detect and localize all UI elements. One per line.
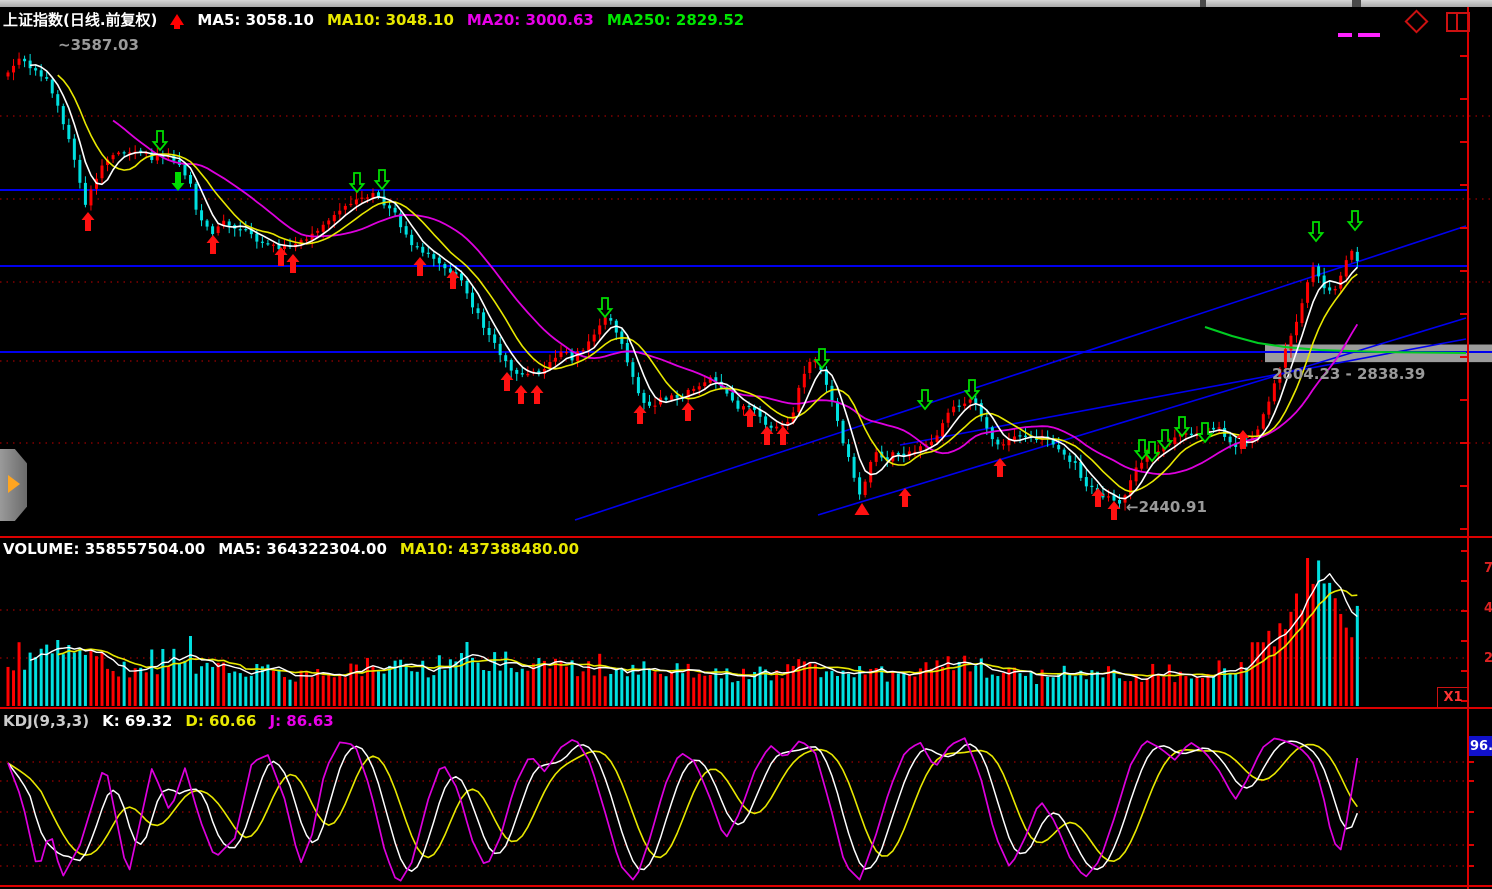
split-window-icon[interactable]: [1446, 12, 1470, 32]
x1-zoom-label[interactable]: X1: [1437, 687, 1469, 708]
chart-canvas[interactable]: [0, 0, 1492, 889]
kdj-k-value: K: 69.32: [102, 712, 172, 730]
ma250-value: MA250: 2829.52: [607, 11, 744, 29]
low-price-label: ←2440.91: [1126, 498, 1207, 516]
volume-ma5-value: MA5: 364322304.00: [218, 540, 387, 558]
kdj-j-value: J: 86.63: [270, 712, 334, 730]
magenta-marker-dash: [1358, 33, 1380, 37]
symbol-title: 上证指数(日线.前复权): [3, 9, 157, 30]
panel-expand-handle[interactable]: [0, 449, 27, 521]
expand-arrow-icon: [8, 475, 20, 493]
kdj-axis-highlight: 96.: [1469, 736, 1492, 756]
chrome-notch: [1200, 0, 1206, 7]
chart-stage: 上证指数(日线.前复权) MA5: 3058.10 MA10: 3048.10 …: [0, 0, 1492, 889]
chrome-notch: [1352, 0, 1361, 7]
volume-axis-label-fragment: 7: [1484, 561, 1492, 576]
volume-ma10-value: MA10: 437388480.00: [400, 540, 579, 558]
ma5-value: MA5: 3058.10: [197, 11, 314, 29]
window-chrome-strip: [0, 0, 1492, 7]
ma10-value: MA10: 3048.10: [327, 11, 454, 29]
kdj-d-value: D: 60.66: [185, 712, 256, 730]
gap-zone-label: 2804.23 - 2838.39: [1272, 365, 1425, 383]
kdj-header: KDJ(9,3,3) K: 69.32 D: 60.66 J: 86.63: [3, 712, 334, 730]
kdj-title: KDJ(9,3,3): [3, 712, 89, 730]
up-arrow-icon: [170, 14, 184, 25]
ma20-value: MA20: 3000.63: [467, 11, 594, 29]
volume-axis-label-fragment: 2: [1484, 651, 1492, 666]
magenta-marker-dash: [1338, 33, 1352, 37]
main-chart-header: 上证指数(日线.前复权) MA5: 3058.10 MA10: 3048.10 …: [3, 9, 744, 30]
peak-price-label: ~3587.03: [58, 36, 139, 54]
volume-header: VOLUME: 358557504.00 MA5: 364322304.00 M…: [3, 540, 579, 558]
volume-value: VOLUME: 358557504.00: [3, 540, 205, 558]
volume-axis-label-fragment: 4: [1484, 601, 1492, 616]
